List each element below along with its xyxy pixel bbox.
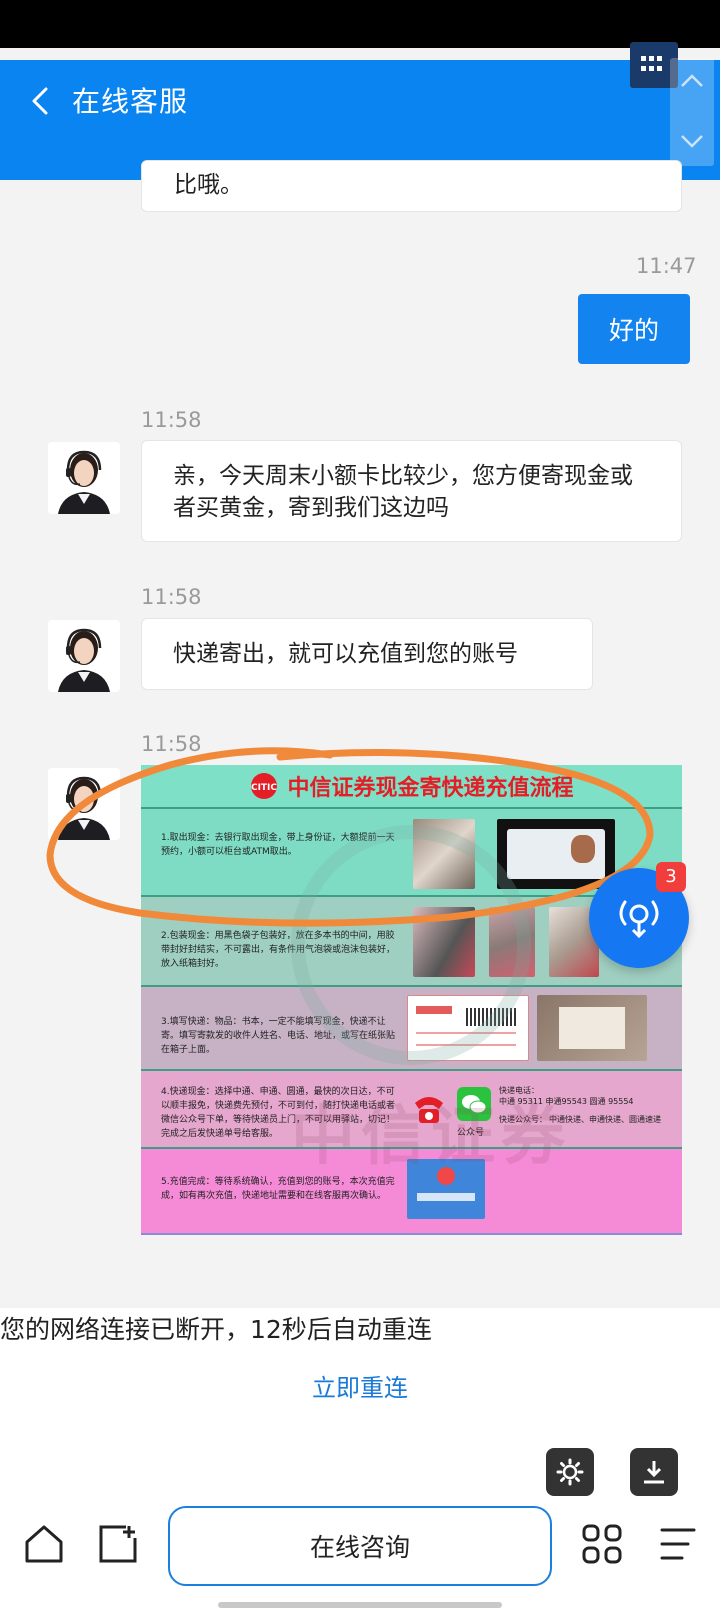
partial-message-bubble: 比哦。 bbox=[141, 160, 682, 212]
reconnect-button[interactable]: 立即重连 bbox=[0, 1368, 720, 1403]
new-window-icon[interactable] bbox=[96, 1522, 140, 1566]
broadcast-icon bbox=[619, 900, 659, 939]
download-button[interactable] bbox=[630, 1448, 678, 1496]
agent-message-bubble: 快递寄出，就可以充值到您的账号 bbox=[141, 618, 593, 690]
status-bar bbox=[0, 0, 720, 48]
agent-avatar bbox=[48, 442, 120, 514]
agent-message-text: 亲，今天周末小额卡比较少，您方便寄现金或者买黄金，寄到我们这边吗 bbox=[173, 463, 633, 521]
agent-avatar-icon bbox=[48, 620, 120, 692]
online-consult-button[interactable]: 在线咨询 bbox=[168, 1506, 552, 1586]
page-title: 在线客服 bbox=[72, 85, 189, 118]
agent-message-text: 快递寄出，就可以充值到您的账号 bbox=[173, 641, 518, 667]
agent-avatar bbox=[48, 620, 120, 692]
promo-step-text: 5.充值完成：等待系统确认，充值到您的账号，本次充值完成，如有再次充值，快递地址… bbox=[161, 1177, 395, 1201]
settings-button[interactable] bbox=[546, 1448, 594, 1496]
back-arrow-icon[interactable] bbox=[26, 86, 56, 116]
scroll-up-icon[interactable] bbox=[680, 72, 704, 88]
notification-badge: 3 bbox=[656, 862, 686, 892]
download-icon bbox=[644, 1461, 664, 1484]
agent-message-bubble: 亲，今天周末小额卡比较少，您方便寄现金或者买黄金，寄到我们这边吗 bbox=[141, 440, 682, 542]
apps-icon[interactable] bbox=[580, 1522, 624, 1566]
home-indicator bbox=[218, 1602, 502, 1608]
gear-icon bbox=[556, 1458, 584, 1486]
promo-watermark: 中信证券 bbox=[291, 1100, 571, 1174]
box-label-photo bbox=[537, 995, 647, 1061]
annotation-circle bbox=[46, 747, 654, 927]
scroll-down-icon[interactable] bbox=[680, 134, 704, 150]
message-time: 11:58 bbox=[141, 408, 202, 432]
home-icon[interactable] bbox=[22, 1522, 66, 1566]
chat-area[interactable]: 比哦。 11:47 好的 11:58 亲，今天周末小额卡比较少，您方便寄现金或者… bbox=[0, 160, 720, 1310]
my-message-time: 11:47 bbox=[636, 254, 697, 278]
my-message-bubble: 好的 bbox=[578, 294, 690, 364]
scroll-controls bbox=[670, 58, 714, 166]
menu-icon[interactable] bbox=[656, 1522, 700, 1566]
agent-avatar-icon bbox=[48, 442, 120, 514]
bottom-nav: 在线咨询 bbox=[0, 1500, 720, 1612]
network-message: 您的网络连接已断开，12秒后自动重连 bbox=[0, 1315, 432, 1344]
partial-message-text: 比哦。 bbox=[174, 172, 243, 198]
voice-assistant-button[interactable]: 3 bbox=[589, 862, 689, 968]
message-time: 11:58 bbox=[141, 585, 202, 609]
